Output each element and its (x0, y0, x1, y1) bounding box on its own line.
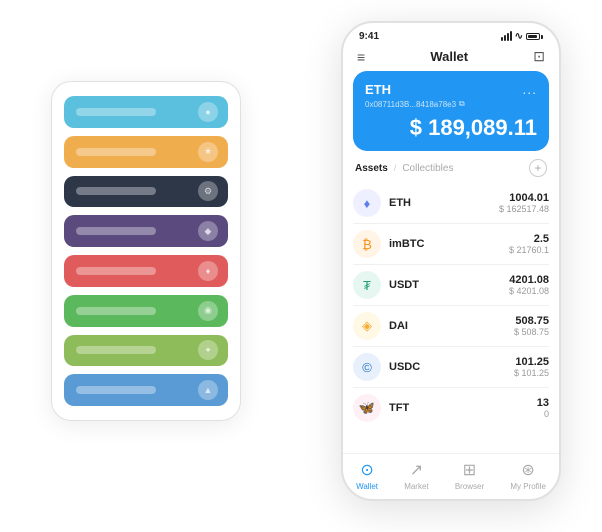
asset-name-imbtc: imBTC (389, 238, 509, 250)
scene: ● ★ ⚙ ◆ ♦ ◉ ✦ ▲ 9:41 ∿ ≡ Wallet (21, 21, 581, 511)
asset-item-dai[interactable]: ◈ DAI508.75$ 508.75 (353, 306, 549, 347)
battery-icon (526, 33, 543, 40)
nav-label-my-profile: My Profile (510, 482, 546, 491)
nav-item-browser[interactable]: ⊞ Browser (455, 460, 484, 491)
card-row-0: ● (64, 96, 228, 128)
wifi-icon: ∿ (515, 31, 523, 42)
eth-card-amount: $ 189,089.11 (365, 115, 537, 141)
asset-item-usdt[interactable]: ₮ USDT4201.08$ 4201.08 (353, 265, 549, 306)
eth-card-header: ETH ... (365, 81, 537, 97)
asset-amount-secondary: $ 4201.08 (509, 286, 549, 296)
asset-amount-secondary: 0 (537, 409, 549, 419)
asset-item-eth[interactable]: ♦ ETH1004.01$ 162517.48 (353, 183, 549, 224)
tab-collectibles[interactable]: Collectibles (402, 163, 453, 174)
eth-card[interactable]: ETH ... 0x08711d3B...8418a78e3 ⧉ $ 189,0… (353, 71, 549, 151)
asset-icon-usdc: © (353, 353, 381, 381)
card-row-7: ▲ (64, 374, 228, 406)
back-panel: ● ★ ⚙ ◆ ♦ ◉ ✦ ▲ (51, 81, 241, 421)
asset-name-dai: DAI (389, 320, 514, 332)
asset-amount-primary: 4201.08 (509, 274, 549, 286)
card-row-2: ⚙ (64, 176, 228, 208)
add-asset-button[interactable]: + (529, 159, 547, 177)
nav-label-wallet: Wallet (356, 482, 378, 491)
card-row-3: ◆ (64, 215, 228, 247)
nav-icon-wallet: ⊙ (360, 460, 373, 480)
asset-name-eth: ETH (389, 197, 499, 209)
asset-name-usdc: USDC (389, 361, 514, 373)
header-title: Wallet (430, 49, 468, 64)
signal-icon (501, 32, 512, 41)
asset-icon-tft: 🦋 (353, 394, 381, 422)
nav-item-my-profile[interactable]: ⊛ My Profile (510, 460, 546, 491)
asset-amounts-dai: 508.75$ 508.75 (514, 315, 549, 337)
card-row-4: ♦ (64, 255, 228, 287)
status-bar: 9:41 ∿ (343, 23, 559, 46)
asset-amount-primary: 101.25 (514, 356, 549, 368)
asset-amount-secondary: $ 21760.1 (509, 245, 549, 255)
nav-item-wallet[interactable]: ⊙ Wallet (356, 460, 378, 491)
asset-amount-primary: 2.5 (509, 233, 549, 245)
nav-label-market: Market (404, 482, 428, 491)
asset-icon-dai: ◈ (353, 312, 381, 340)
phone-header: ≡ Wallet ⊡ (343, 46, 559, 71)
phone: 9:41 ∿ ≡ Wallet ⊡ (341, 21, 561, 501)
asset-amount-primary: 1004.01 (499, 192, 549, 204)
nav-icon-browser: ⊞ (463, 460, 476, 480)
asset-amounts-usdt: 4201.08$ 4201.08 (509, 274, 549, 296)
time-label: 9:41 (359, 31, 379, 42)
asset-amount-secondary: $ 101.25 (514, 368, 549, 378)
eth-card-menu[interactable]: ... (522, 81, 537, 97)
asset-list: ♦ ETH1004.01$ 162517.48 ₿ imBTC2.5$ 21760.1… (343, 183, 559, 453)
asset-name-tft: TFT (389, 402, 537, 414)
asset-amount-secondary: $ 162517.48 (499, 204, 549, 214)
asset-item-tft[interactable]: 🦋 TFT130 (353, 388, 549, 428)
asset-amounts-eth: 1004.01$ 162517.48 (499, 192, 549, 214)
card-row-1: ★ (64, 136, 228, 168)
asset-icon-eth: ♦ (353, 189, 381, 217)
nav-icon-my-profile: ⊛ (521, 460, 534, 480)
asset-item-imbtc[interactable]: ₿ imBTC2.5$ 21760.1 (353, 224, 549, 265)
eth-card-address: 0x08711d3B...8418a78e3 ⧉ (365, 99, 537, 109)
asset-amount-primary: 13 (537, 397, 549, 409)
asset-amounts-tft: 130 (537, 397, 549, 419)
asset-amount-primary: 508.75 (514, 315, 549, 327)
asset-icon-imbtc: ₿ (353, 230, 381, 258)
tab-assets[interactable]: Assets (355, 163, 388, 174)
asset-amounts-imbtc: 2.5$ 21760.1 (509, 233, 549, 255)
asset-amounts-usdc: 101.25$ 101.25 (514, 356, 549, 378)
card-row-5: ◉ (64, 295, 228, 327)
nav-label-browser: Browser (455, 482, 484, 491)
copy-icon[interactable]: ⧉ (459, 99, 465, 109)
nav-icon-market: ↗ (410, 460, 423, 480)
bottom-nav: ⊙ Wallet ↗ Market ⊞ Browser ⊛ My Profile (343, 453, 559, 499)
asset-name-usdt: USDT (389, 279, 509, 291)
menu-icon[interactable]: ≡ (357, 49, 365, 65)
asset-item-usdc[interactable]: © USDC101.25$ 101.25 (353, 347, 549, 388)
scan-icon[interactable]: ⊡ (533, 48, 545, 65)
status-icons: ∿ (501, 31, 543, 42)
nav-item-market[interactable]: ↗ Market (404, 460, 428, 491)
asset-amount-secondary: $ 508.75 (514, 327, 549, 337)
assets-tabs: Assets / Collectibles (355, 163, 453, 174)
eth-card-title: ETH (365, 82, 391, 97)
assets-header: Assets / Collectibles + (343, 159, 559, 183)
asset-icon-usdt: ₮ (353, 271, 381, 299)
card-row-6: ✦ (64, 335, 228, 367)
